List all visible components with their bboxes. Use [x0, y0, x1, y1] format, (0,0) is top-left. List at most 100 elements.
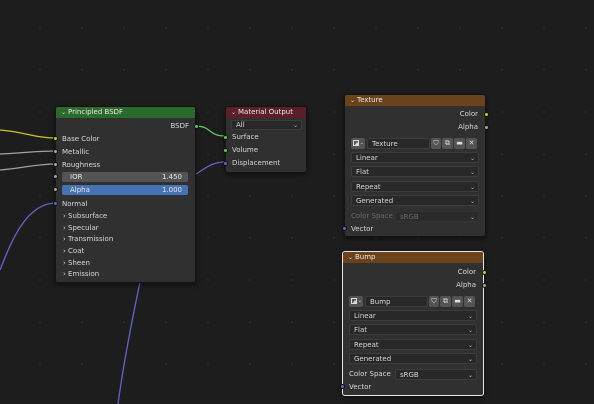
unlink-image-button[interactable]: ✕ [466, 138, 477, 149]
color-space-value: sRGB [400, 213, 419, 221]
chevron-down-icon[interactable]: ⌄ [348, 252, 355, 263]
image-browse-button[interactable]: ⌄ [351, 138, 365, 149]
image-browse-button[interactable]: ⌄ [349, 296, 363, 307]
color-output-socket[interactable] [482, 270, 487, 275]
ior-socket[interactable] [53, 174, 58, 179]
alpha-output-label: Alpha [458, 123, 478, 131]
texture-header[interactable]: ⌄ Texture [345, 95, 485, 106]
projection-dropdown[interactable]: Flat ⌄ [351, 166, 479, 177]
base-color-label: Base Color [62, 135, 100, 143]
vector-socket[interactable] [340, 384, 345, 389]
source-dropdown[interactable]: Generated ⌄ [351, 195, 479, 206]
chevron-down-icon[interactable]: ⌄ [350, 95, 357, 106]
image-name-field[interactable]: Texture [367, 138, 430, 149]
roughness-socket[interactable] [53, 162, 58, 167]
bump-header[interactable]: ⌄ Bump [343, 252, 483, 263]
fake-user-button[interactable]: ⛉ [429, 296, 439, 307]
shield-icon: ⛉ [431, 297, 437, 305]
alpha-output-socket[interactable] [482, 283, 487, 288]
normal-socket[interactable] [53, 201, 58, 206]
vector-label: Vector [351, 225, 374, 233]
ior-field[interactable]: IOR 1.450 [62, 172, 188, 182]
alpha-value: 1.000 [161, 186, 182, 194]
material-output-header[interactable]: ⌄ Material Output [226, 107, 306, 118]
extension-dropdown[interactable]: Repeat ⌄ [349, 339, 477, 350]
panel-transmission[interactable]: › Transmission [63, 234, 113, 244]
chevron-down-icon: ⌄ [467, 342, 473, 349]
panel-specular[interactable]: › Specular [63, 223, 99, 233]
chevron-down-icon: ⌄ [467, 356, 473, 363]
target-dropdown[interactable]: All ⌄ [231, 120, 302, 130]
color-space-label: Color Space [351, 212, 393, 220]
link-base-color [0, 129, 57, 139]
chevron-down-icon: ⌄ [359, 140, 364, 146]
panel-subsurface[interactable]: › Subsurface [63, 211, 107, 221]
chevron-right-icon: › [63, 224, 66, 232]
chevron-down-icon: ⌄ [467, 313, 473, 320]
metallic-socket[interactable] [53, 149, 58, 154]
alpha-field[interactable]: Alpha 1.000 [62, 185, 188, 195]
volume-socket[interactable] [223, 148, 228, 153]
source-value: Generated [354, 355, 392, 363]
target-value: All [236, 121, 245, 129]
unlink-image-button[interactable]: ✕ [464, 296, 475, 307]
color-space-dropdown[interactable]: sRGB ⌄ [395, 211, 479, 222]
interpolation-dropdown[interactable]: Linear ⌄ [351, 152, 479, 163]
color-space-dropdown[interactable]: sRGB ⌄ [395, 369, 477, 380]
new-image-button[interactable]: ⧉ [442, 138, 453, 149]
projection-dropdown[interactable]: Flat ⌄ [349, 324, 477, 335]
color-space-value: sRGB [400, 371, 419, 379]
bsdf-output-socket[interactable] [194, 124, 199, 129]
link-normal [0, 202, 57, 271]
duplicate-icon: ⧉ [445, 139, 450, 147]
displacement-socket[interactable] [223, 161, 228, 166]
panel-emission[interactable]: › Emission [63, 269, 99, 279]
chevron-down-icon[interactable]: ⌄ [231, 107, 238, 118]
bsdf-output-label: BSDF [170, 122, 189, 130]
source-value: Generated [356, 197, 394, 205]
chevron-down-icon[interactable]: ⌄ [61, 107, 68, 118]
metallic-label: Metallic [62, 148, 90, 156]
image-name: Texture [372, 140, 398, 148]
bump-node[interactable]: ⌄ Bump Color Alpha ⌄ Bump ⛉ ⧉ ▬ ✕ Linear ⌄… [340, 251, 487, 396]
chevron-right-icon: › [63, 247, 66, 255]
open-image-button[interactable]: ▬ [454, 138, 465, 149]
close-icon: ✕ [468, 139, 475, 147]
new-image-button[interactable]: ⧉ [440, 296, 451, 307]
chevron-right-icon: › [63, 259, 66, 267]
extension-value: Repeat [356, 183, 381, 191]
chevron-down-icon: ⌄ [469, 214, 475, 221]
alpha-socket[interactable] [53, 187, 58, 192]
texture-node[interactable]: ⌄ Texture Color Alpha ⌄ Texture ⛉ ⧉ ▬ ✕ L… [342, 94, 489, 237]
source-dropdown[interactable]: Generated ⌄ [349, 353, 477, 364]
fake-user-button[interactable]: ⛉ [431, 138, 441, 149]
image-name: Bump [370, 298, 391, 306]
panel-sheen[interactable]: › Sheen [63, 258, 90, 268]
image-name-field[interactable]: Bump [365, 296, 428, 307]
chevron-down-icon: ⌄ [469, 169, 475, 176]
chevron-right-icon: › [63, 212, 66, 220]
image-icon [353, 140, 359, 146]
surface-socket[interactable] [223, 135, 228, 140]
extension-dropdown[interactable]: Repeat ⌄ [351, 181, 479, 192]
vector-socket[interactable] [342, 226, 347, 231]
alpha-output-socket[interactable] [484, 125, 489, 130]
principled-bsdf-header[interactable]: ⌄ Principled BSDF [56, 107, 195, 118]
interpolation-dropdown[interactable]: Linear ⌄ [349, 310, 477, 321]
color-output-socket[interactable] [484, 112, 489, 117]
alpha-label: Alpha [70, 186, 90, 194]
node-title: Principled BSDF [68, 108, 124, 116]
link-bsdf-surface [194, 125, 226, 137]
node-title: Texture [357, 96, 383, 104]
color-output-label: Color [457, 268, 476, 276]
material-output-node[interactable]: ⌄ Material Output All ⌄ Surface Volume Dis… [223, 106, 307, 173]
projection-value: Flat [356, 168, 370, 176]
open-image-button[interactable]: ▬ [452, 296, 463, 307]
normal-label: Normal [62, 200, 88, 208]
chevron-down-icon: ⌄ [469, 155, 475, 162]
base-color-socket[interactable] [53, 136, 58, 141]
close-icon: ✕ [466, 297, 473, 305]
panel-coat[interactable]: › Coat [63, 246, 84, 256]
volume-label: Volume [232, 146, 259, 154]
principled-bsdf-node[interactable]: ⌄ Principled BSDF BSDF Base Color Metalli… [53, 106, 199, 283]
